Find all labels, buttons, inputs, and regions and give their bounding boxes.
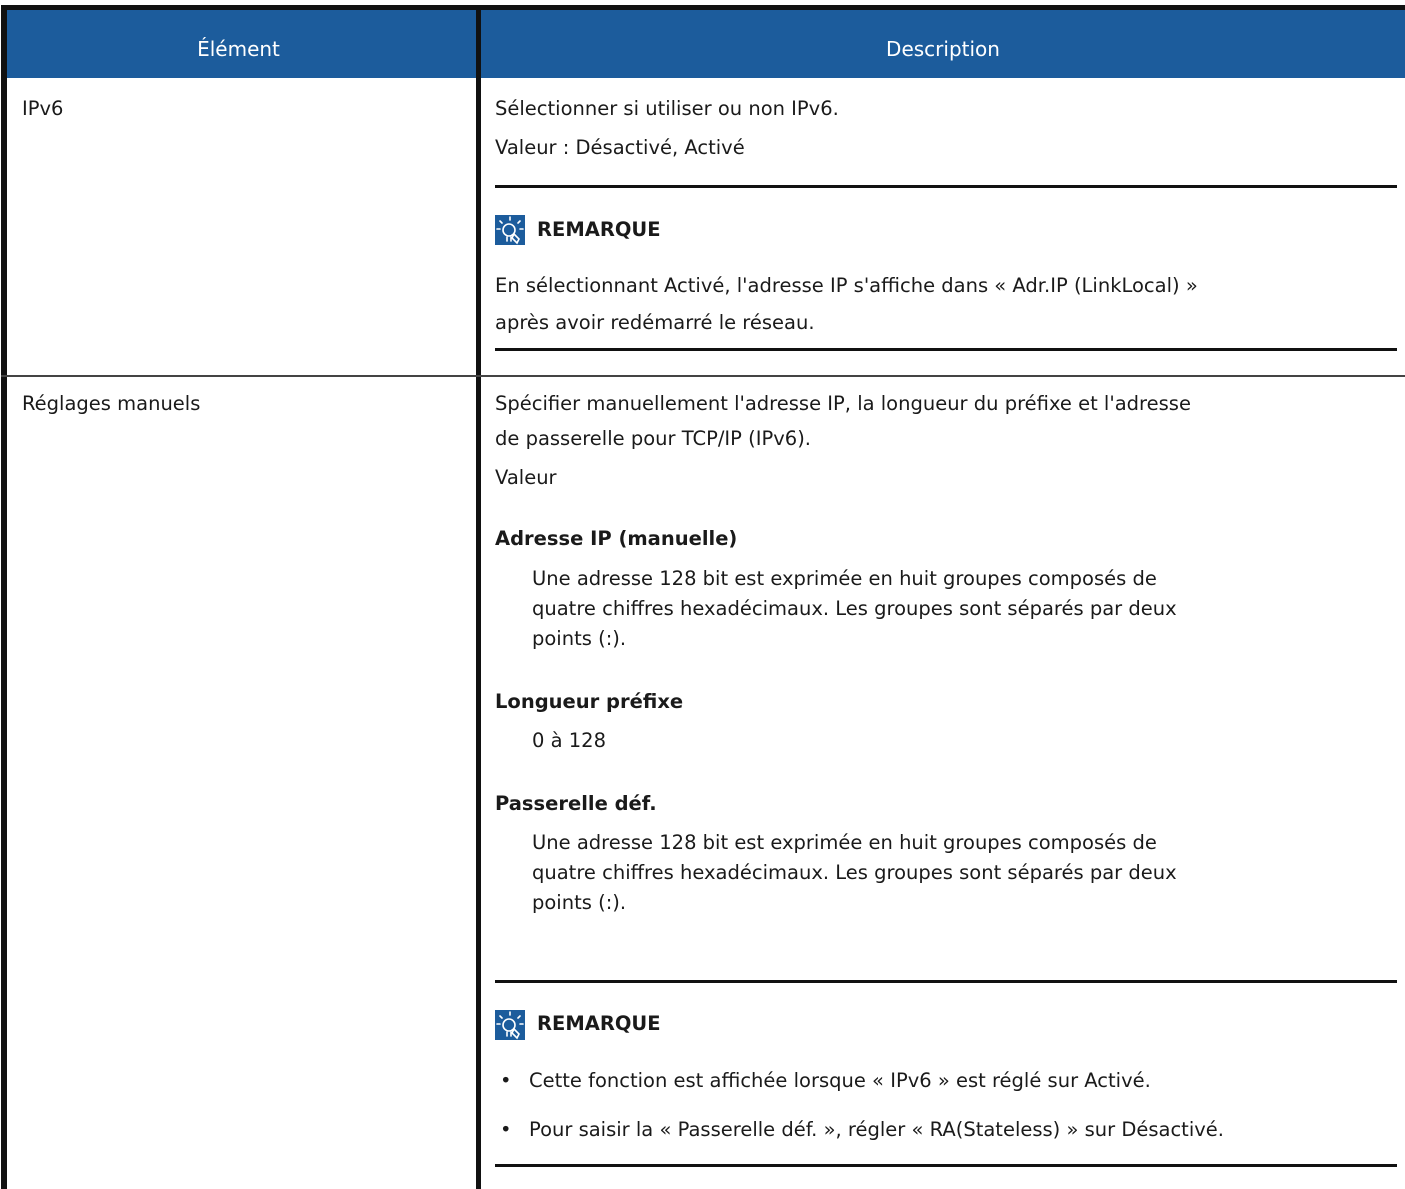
bullet-mark: • bbox=[500, 1069, 512, 1092]
note-top-rule bbox=[495, 185, 1397, 188]
note-bullet-item: Cette fonction est affichée lorsque « IP… bbox=[529, 1069, 1151, 1092]
table-left-border bbox=[1, 5, 7, 1189]
note-bullet-item: Pour saisir la « Passerelle déf. », régl… bbox=[529, 1118, 1224, 1141]
section-heading: Passerelle déf. bbox=[495, 792, 657, 815]
note-title: REMARQUE bbox=[537, 1012, 661, 1035]
note-top-rule bbox=[495, 980, 1397, 983]
table-header: Élément Description bbox=[1, 5, 1405, 78]
row-desc-line: Valeur bbox=[495, 466, 557, 489]
note-bottom-rule bbox=[495, 1164, 1397, 1167]
bullet-mark: • bbox=[500, 1118, 512, 1141]
header-description: Description bbox=[886, 37, 1000, 61]
note-text: En sélectionnant Activé, l'adresse IP s'… bbox=[495, 274, 1198, 297]
section-text: Une adresse 128 bit est exprimée en huit… bbox=[532, 567, 1157, 590]
section-text: Une adresse 128 bit est exprimée en huit… bbox=[532, 831, 1157, 854]
row-desc-line: Valeur : Désactivé, Activé bbox=[495, 136, 745, 159]
row-item-ipv6: IPv6 bbox=[22, 97, 64, 120]
lightbulb-icon bbox=[495, 1010, 525, 1040]
section-heading: Longueur préfixe bbox=[495, 690, 684, 713]
section-text: quatre chiffres hexadécimaux. Les groupe… bbox=[532, 861, 1177, 884]
note-title: REMARQUE bbox=[537, 218, 661, 241]
row-desc-line: de passerelle pour TCP/IP (IPv6). bbox=[495, 427, 812, 450]
lightbulb-icon bbox=[495, 215, 525, 245]
row-desc-line: Spécifier manuellement l'adresse IP, la … bbox=[495, 392, 1191, 415]
note-bottom-rule bbox=[495, 348, 1397, 351]
note-text: après avoir redémarré le réseau. bbox=[495, 311, 815, 334]
settings-table: Élément Description IPv6 Sélectionner si… bbox=[1, 5, 1405, 1189]
section-text: points (:). bbox=[532, 891, 627, 914]
header-element: Élément bbox=[197, 37, 280, 61]
section-heading: Adresse IP (manuelle) bbox=[495, 527, 738, 550]
section-text: points (:). bbox=[532, 627, 627, 650]
row-desc-line: Sélectionner si utiliser ou non IPv6. bbox=[495, 97, 839, 120]
section-text: 0 à 128 bbox=[532, 729, 606, 752]
column-divider bbox=[476, 5, 481, 1189]
row-divider bbox=[1, 375, 1405, 377]
row-item-manual-settings: Réglages manuels bbox=[22, 392, 201, 415]
section-text: quatre chiffres hexadécimaux. Les groupe… bbox=[532, 597, 1177, 620]
